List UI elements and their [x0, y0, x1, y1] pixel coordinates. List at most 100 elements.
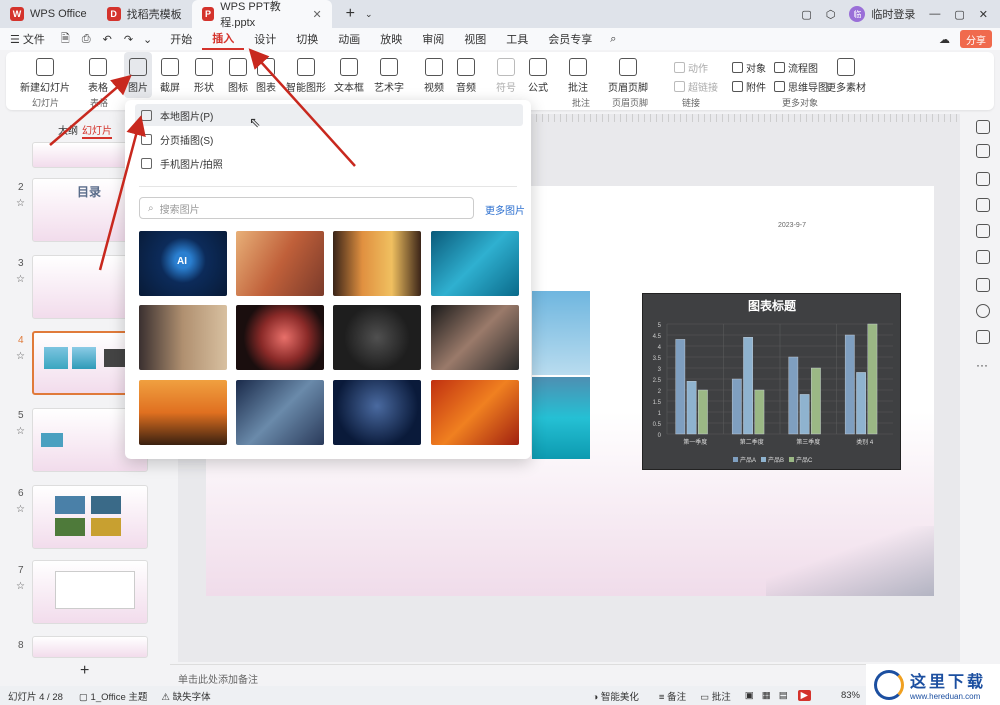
beautify-button[interactable]: ◑ 智能美化 — [592, 689, 638, 703]
icon-button[interactable]: 图标 — [228, 58, 248, 94]
screenshot-button[interactable]: 截屏 — [160, 58, 180, 94]
hyperlink-button[interactable]: 超链接 — [674, 79, 718, 94]
cube-icon[interactable]: ⬡ — [826, 8, 836, 21]
symbol-button[interactable]: 符号 — [496, 58, 516, 94]
shape-button[interactable]: 形状 — [194, 58, 214, 94]
more-pictures-link[interactable]: 更多图片 — [485, 202, 525, 217]
notes-area[interactable]: 单击此处添加备注 — [170, 664, 866, 686]
undo-icon[interactable]: ↶ — [103, 33, 112, 46]
more-material-button[interactable]: 更多素材 — [826, 58, 866, 94]
page-insert-item[interactable]: 分页插图(S) — [135, 128, 523, 150]
slide-thumb-8[interactable] — [32, 636, 148, 658]
redo-icon[interactable]: ↷ — [124, 33, 133, 46]
effect-icon[interactable] — [976, 224, 990, 238]
star-icon[interactable]: ☆ — [16, 581, 25, 592]
star-icon[interactable]: ☆ — [16, 504, 25, 515]
help-icon[interactable] — [976, 304, 990, 318]
slide-thumb-6[interactable] — [32, 485, 148, 549]
video-button[interactable]: 视频 — [424, 58, 444, 94]
header-footer-button[interactable]: 页眉页脚 — [608, 58, 648, 94]
avatar[interactable]: 临 — [849, 6, 866, 22]
action-button[interactable]: 动作 — [674, 60, 708, 75]
new-slide-button[interactable]: 新建幻灯片 — [20, 58, 70, 94]
photo-bacteria[interactable] — [431, 231, 519, 296]
photo-leaves[interactable] — [431, 380, 519, 445]
star-icon[interactable]: ☆ — [16, 274, 25, 285]
book-icon[interactable] — [976, 278, 990, 292]
arttext-button[interactable]: 艺术字 — [374, 58, 404, 94]
slide-thumb-7[interactable] — [32, 560, 148, 624]
photo-businessman[interactable] — [333, 305, 421, 370]
tab-slides[interactable]: 幻灯片 — [82, 122, 112, 139]
attachment-button[interactable]: 附件 — [732, 79, 766, 94]
menu-insert[interactable]: 插入 — [202, 28, 245, 50]
photo-surfer[interactable] — [139, 380, 227, 445]
print-icon[interactable]: ⎙ — [82, 33, 91, 46]
more-icon[interactable]: ··· — [976, 358, 988, 372]
cloud-icon[interactable]: ☁ — [939, 33, 950, 46]
tab-template[interactable]: D 找稻壳模板 — [97, 0, 192, 28]
share-button[interactable]: 分享 — [960, 30, 992, 48]
chart-button[interactable]: 图表 — [256, 58, 276, 94]
more-icon[interactable]: ⌄ — [143, 33, 152, 46]
object-button[interactable]: 对象 — [732, 60, 766, 75]
adjust-icon[interactable] — [976, 144, 990, 158]
menu-transition[interactable]: 切换 — [286, 28, 328, 50]
picture-button[interactable]: 图片 — [124, 52, 152, 98]
settings-icon[interactable] — [976, 330, 990, 344]
photo-sparks[interactable] — [333, 231, 421, 296]
comment-status-button[interactable]: ▭ 批注 — [700, 689, 731, 703]
save-icon[interactable]: 🗎 — [61, 30, 70, 49]
notes-button[interactable]: ≡ 备注 — [659, 689, 686, 703]
star-icon[interactable]: ☆ — [16, 426, 25, 437]
chevron-down-icon[interactable]: ⌄ — [365, 9, 373, 20]
search-icon[interactable]: ⌕ — [610, 33, 616, 46]
formula-button[interactable]: 公式 — [528, 58, 548, 94]
menu-animation[interactable]: 动画 — [328, 28, 370, 50]
normal-view-icon[interactable]: ▣ — [745, 690, 754, 701]
copy-icon[interactable] — [976, 198, 990, 212]
new-tab-icon[interactable]: + — [346, 5, 355, 23]
reading-view-icon[interactable]: ▤ — [779, 690, 788, 701]
smart-graphic-button[interactable]: 智能图形 — [286, 58, 326, 94]
tab-outline[interactable]: 大纲 — [58, 122, 78, 137]
local-picture-item[interactable]: 本地图片(P) — [135, 104, 523, 126]
close-window-icon[interactable]: ✕ — [979, 8, 988, 21]
menu-design[interactable]: 设计 — [244, 28, 286, 50]
maximize-icon[interactable]: ▢ — [954, 8, 964, 21]
zoom-level[interactable]: 83% — [841, 690, 860, 701]
tab-wps-office[interactable]: W WPS Office — [0, 0, 97, 28]
star-icon[interactable]: ☆ — [16, 351, 25, 362]
star-tool-icon[interactable] — [976, 172, 990, 186]
table-button[interactable]: 表格 — [88, 58, 108, 94]
minimize-icon[interactable]: — — [929, 8, 940, 20]
comment-button[interactable]: 批注 — [568, 58, 588, 94]
layout-icon[interactable]: ▢ — [801, 8, 811, 21]
photo-fitness[interactable] — [431, 305, 519, 370]
menu-tools[interactable]: 工具 — [496, 28, 538, 50]
photo-high-jump[interactable] — [333, 380, 421, 445]
star-icon[interactable]: ☆ — [16, 198, 25, 209]
tab-ppt-file[interactable]: P WPS PPT教程.pptx ✕ — [191, 0, 332, 29]
right-tool-icon[interactable] — [976, 120, 990, 134]
tools-icon[interactable] — [976, 250, 990, 264]
play-icon[interactable]: ▶ — [797, 690, 811, 701]
picture-search-input[interactable]: ⌕ 搜索图片 — [139, 197, 474, 219]
menu-start[interactable]: 开始 — [160, 28, 202, 50]
login-link[interactable]: 临时登录 — [871, 6, 915, 22]
menu-file[interactable]: ☰ 文件 — [0, 28, 55, 50]
missing-font[interactable]: ⚠ 缺失字体 — [161, 689, 210, 703]
photo-building[interactable] — [236, 380, 324, 445]
bar-chart[interactable]: 图表标题 0 0.5 1 1.5 2 2.5 3 3.5 4 4.5 5 第一季度 第二季度 第三季度 类别 … — [642, 293, 901, 470]
menu-slideshow[interactable]: 放映 — [370, 28, 412, 50]
flowchart-button[interactable]: 流程图 — [774, 60, 818, 75]
photo-ai[interactable]: AI — [139, 231, 227, 296]
photo-flamingo[interactable] — [236, 305, 324, 370]
audio-button[interactable]: 音频 — [456, 58, 476, 94]
mindmap-button[interactable]: 思维导图 — [774, 79, 828, 94]
close-icon[interactable]: ✕ — [312, 8, 321, 21]
phone-picture-item[interactable]: 手机图片/拍照 — [135, 152, 523, 174]
menu-member[interactable]: 会员专享 — [538, 28, 602, 50]
sorter-view-icon[interactable]: ▦ — [762, 690, 771, 701]
photo-cat[interactable] — [139, 305, 227, 370]
